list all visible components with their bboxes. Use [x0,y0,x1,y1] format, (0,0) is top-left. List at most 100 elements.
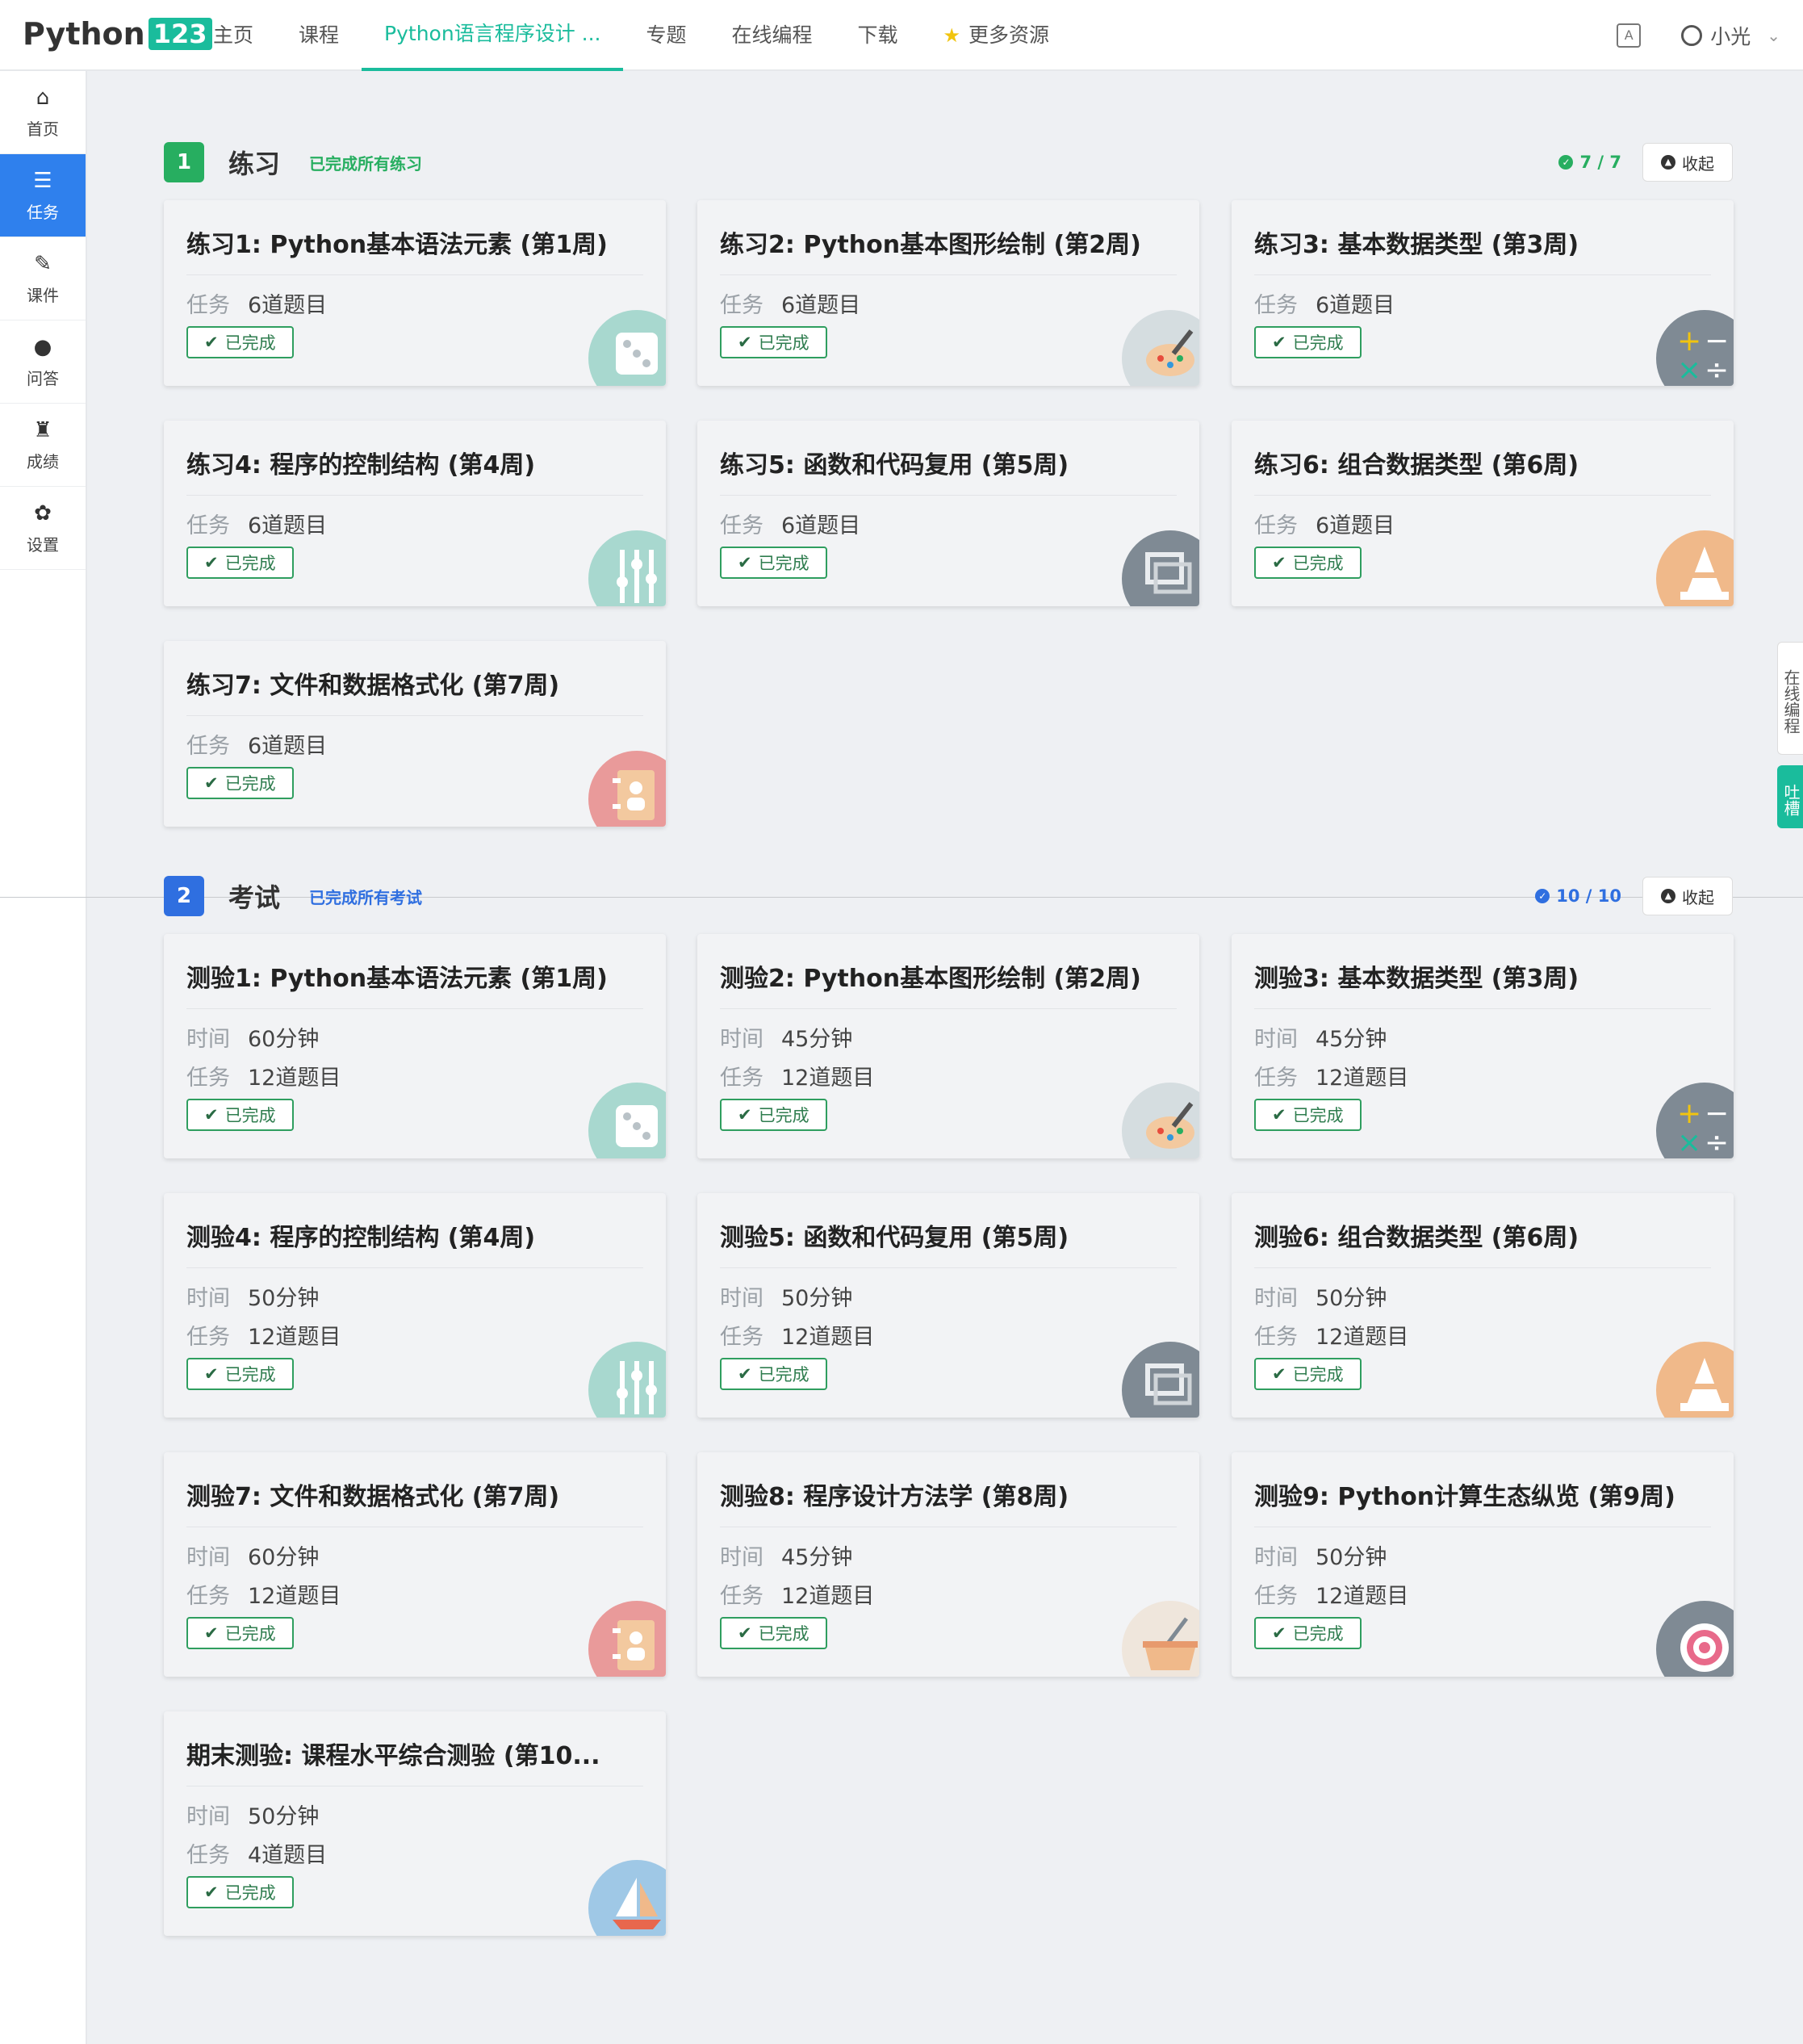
completed-badge: ✔ 已完成 [1254,547,1362,579]
task-card[interactable]: 测验9: Python计算生态纵览 (第9周) 时间 50分钟 任务 12道题目 ✔ 已完成 [1232,1452,1734,1677]
nav-download[interactable]: 下载 [835,0,921,71]
svg-text:+: + [1677,325,1701,358]
task-value: 6道题目 [1316,513,1395,538]
comments-icon: ● [33,334,52,359]
check-icon: ✔ [738,1623,752,1643]
task-card[interactable]: 测验3: 基本数据类型 (第3周) 时间 45分钟 任务 12道题目 ✔ 已完成 + − × ÷ [1232,934,1734,1158]
task-card[interactable]: 测验4: 程序的控制结构 (第4周) 时间 50分钟 任务 12道题目 ✔ 已完成 [164,1193,666,1418]
sidebar-item-home[interactable]: ⌂ 首页 [0,71,86,154]
status-label: 已完成 [758,1624,809,1644]
sidebar-item-label: 成绩 [27,451,59,471]
section-number: 2 [164,876,204,916]
task-value: 6道题目 [248,293,328,318]
nav-home[interactable]: 主页 [190,0,276,71]
status-label: 已完成 [224,554,276,573]
time-value: 45分钟 [781,1545,853,1570]
check-icon: ✔ [204,553,219,572]
nav-topics[interactable]: 专题 [623,0,709,71]
translate-icon[interactable]: A [1617,23,1642,48]
task-value: 12道题目 [781,1584,875,1609]
feedback-tab[interactable]: 吐槽 [1777,765,1803,828]
card-title: 测验4: 程序的控制结构 (第4周) [186,1217,643,1268]
card-time-row: 时间 50分钟 [720,1280,852,1312]
user-menu[interactable]: 小光 ⌄ [1681,21,1780,50]
sidebar-item-qa[interactable]: ● 问答 [0,320,86,404]
task-value: 12道题目 [248,1325,341,1350]
dice-icon [588,1083,666,1158]
task-value: 12道题目 [248,1584,341,1609]
logo[interactable]: Python 123 [23,16,212,52]
sailboat-icon [588,1860,666,1936]
task-value: 12道题目 [781,1066,875,1091]
sidebar-item-grades[interactable]: ♜ 成绩 [0,404,86,487]
card-task-row: 任务 12道题目 [1254,1578,1408,1610]
completed-badge: ✔ 已完成 [186,1358,294,1390]
section-count: 7 / 7 [1579,153,1621,172]
contacts-icon [588,1601,666,1677]
card-time-row: 时间 45分钟 [720,1539,852,1571]
task-card[interactable]: 测验5: 函数和代码复用 (第5周) 时间 50分钟 任务 12道题目 ✔ 已完成 [697,1193,1199,1418]
star-icon: ★ [943,24,961,47]
completed-badge: ✔ 已完成 [186,1876,294,1908]
status-label: 已完成 [1292,554,1344,573]
task-card[interactable]: 测验6: 组合数据类型 (第6周) 时间 50分钟 任务 12道题目 ✔ 已完成 [1232,1193,1734,1418]
completed-badge: ✔ 已完成 [1254,1617,1362,1649]
section-exams-header: 2 考试 已完成所有考试 ✓ 10 / 10 ▲ 收起 [164,875,1733,917]
task-card[interactable]: 测验1: Python基本语法元素 (第1周) 时间 60分钟 任务 12道题目 ✔ 已完成 [164,934,666,1158]
check-icon: ✔ [1272,333,1286,352]
collapse-button[interactable]: ▲ 收起 [1642,877,1733,915]
task-value: 12道题目 [248,1066,341,1091]
online-coding-tab[interactable]: 在线编程 [1777,642,1803,755]
completed-badge: ✔ 已完成 [186,547,294,579]
card-task-row: 任务 6道题目 [720,508,860,539]
gear-icon: ✿ [34,501,52,526]
card-time-row: 时间 60分钟 [186,1539,319,1571]
task-value: 4道题目 [248,1843,328,1868]
card-task-row: 任务 12道题目 [1254,1319,1408,1351]
task-card[interactable]: 练习4: 程序的控制结构 (第4周) 任务 6道题目 ✔ 已完成 [164,421,666,606]
check-icon: ✔ [204,1883,219,1902]
time-value: 45分钟 [1316,1027,1387,1052]
task-card[interactable]: 练习3: 基本数据类型 (第3周) 任务 6道题目 ✔ 已完成 + − × ÷ [1232,200,1734,386]
card-time-row: 时间 45分钟 [720,1021,852,1053]
task-card[interactable]: 练习7: 文件和数据格式化 (第7周) 任务 6道题目 ✔ 已完成 [164,641,666,827]
trophy-icon: ♜ [33,417,52,442]
sidebar-item-courseware[interactable]: ✎ 课件 [0,237,86,320]
card-title: 练习2: Python基本图形绘制 (第2周) [720,224,1177,275]
task-label: 任务 [186,1066,230,1091]
nav-courses[interactable]: 课程 [276,0,362,71]
collapse-button[interactable]: ▲ 收起 [1642,143,1733,182]
status-label: 已完成 [1292,333,1344,353]
calculator-icon: + − × ÷ [1656,310,1734,386]
check-circle-icon: ✓ [1535,889,1550,903]
card-title: 测验8: 程序设计方法学 (第8周) [720,1476,1177,1527]
check-icon: ✔ [738,553,752,572]
status-label: 已完成 [758,333,809,353]
task-card[interactable]: 练习6: 组合数据类型 (第6周) 任务 6道题目 ✔ 已完成 [1232,421,1734,606]
card-task-row: 任务 6道题目 [1254,508,1395,539]
time-label: 时间 [186,1286,230,1311]
task-card[interactable]: 练习1: Python基本语法元素 (第1周) 任务 6道题目 ✔ 已完成 [164,200,666,386]
task-card[interactable]: 练习5: 函数和代码复用 (第5周) 任务 6道题目 ✔ 已完成 [697,421,1199,606]
sidebar-item-settings[interactable]: ✿ 设置 [0,487,86,570]
nav-online-coding[interactable]: 在线编程 [709,0,835,71]
card-title: 期末测验: 课程水平综合测验 (第10... [186,1736,643,1786]
check-icon: ✔ [738,1364,752,1384]
task-value: 6道题目 [781,513,861,538]
section-subtitle: 已完成所有考试 [309,887,423,907]
task-card[interactable]: 期末测验: 课程水平综合测验 (第10... 时间 50分钟 任务 4道题目 ✔ 已完成 [164,1711,666,1936]
status-label: 已完成 [224,1624,276,1644]
user-icon [1681,25,1703,46]
sidebar-item-tasks[interactable]: ☰ 任务 [0,154,86,237]
nav-current-course[interactable]: Python语言程序设计 ... [362,0,624,71]
check-icon: ✔ [1272,1623,1286,1643]
chevron-up-icon: ▲ [1661,155,1675,170]
task-card[interactable]: 测验8: 程序设计方法学 (第8周) 时间 45分钟 任务 12道题目 ✔ 已完成 [697,1452,1199,1677]
task-value: 12道题目 [781,1325,875,1350]
sidebar-item-label: 课件 [27,285,59,305]
task-card[interactable]: 练习2: Python基本图形绘制 (第2周) 任务 6道题目 ✔ 已完成 [697,200,1199,386]
task-card[interactable]: 测验2: Python基本图形绘制 (第2周) 时间 45分钟 任务 12道题目 ✔ 已完成 [697,934,1199,1158]
check-icon: ✔ [738,333,752,352]
nav-more-resources[interactable]: ★ 更多资源 [921,0,1073,71]
task-card[interactable]: 测验7: 文件和数据格式化 (第7周) 时间 60分钟 任务 12道题目 ✔ 已完成 [164,1452,666,1677]
